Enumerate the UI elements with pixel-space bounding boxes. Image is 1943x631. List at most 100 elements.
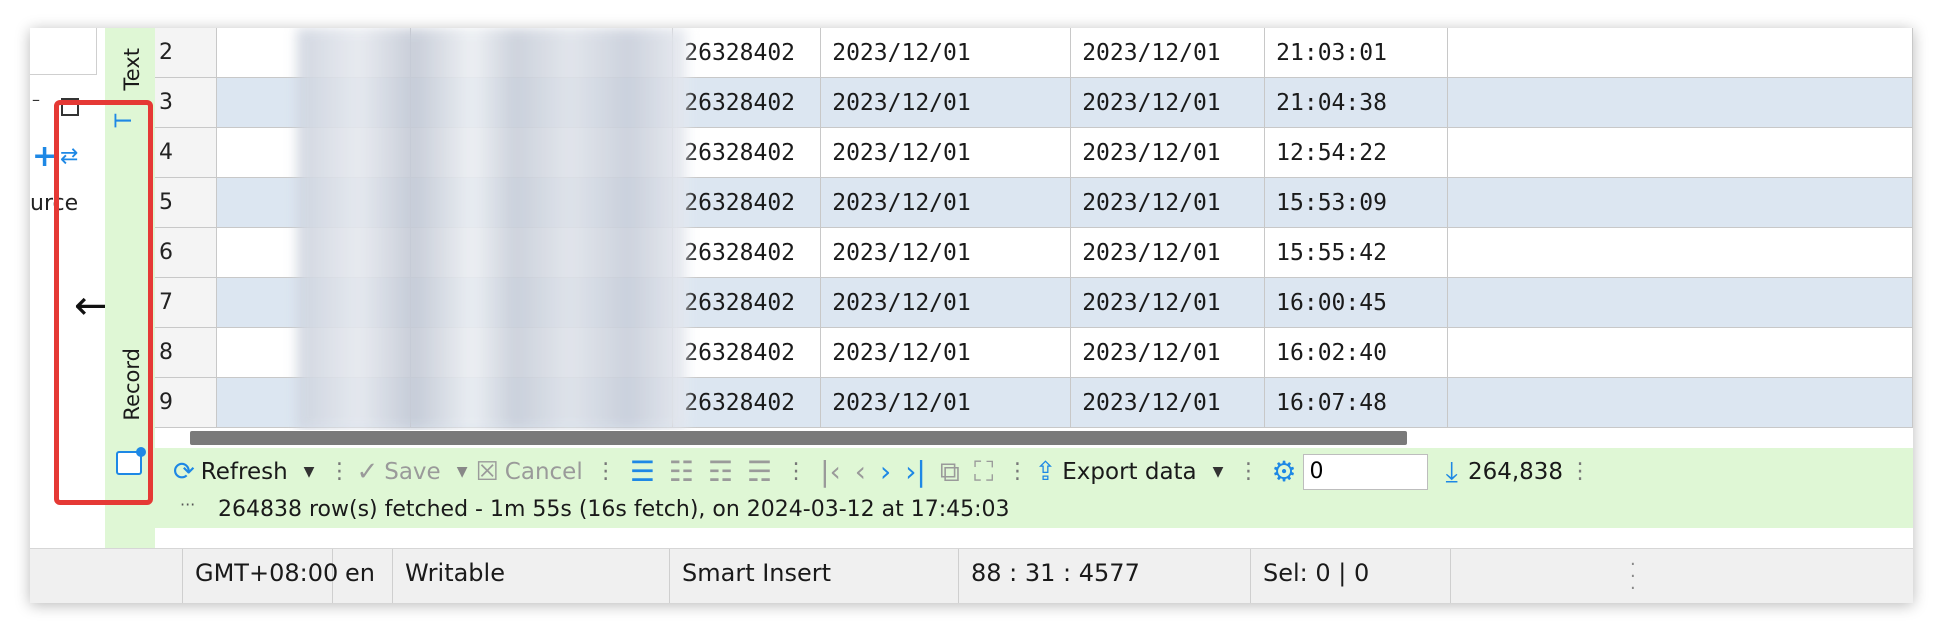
- empty-cell[interactable]: [1447, 177, 1913, 228]
- time-cell[interactable]: 21:03:01: [1264, 28, 1449, 78]
- status-bar: GMT+08:00 en Writable Smart Insert 88 : …: [30, 548, 1913, 603]
- more-icon[interactable]: ···: [180, 495, 195, 514]
- empty-cell[interactable]: [1447, 227, 1913, 278]
- date-cell[interactable]: 2023/12/01: [820, 227, 1072, 278]
- refresh-label: Refresh: [200, 458, 288, 485]
- tab-text-label: Text: [120, 48, 144, 91]
- time-cell[interactable]: 15:53:09: [1264, 177, 1449, 228]
- date-cell[interactable]: 2023/12/01: [1070, 377, 1266, 428]
- cancel-button[interactable]: ☒ Cancel: [475, 457, 582, 487]
- empty-cell[interactable]: [1447, 327, 1913, 378]
- application-window: – + ⇄ urce ⟷ Text T Record 2 26328402 2023…: [30, 28, 1913, 603]
- id-cell[interactable]: 26328402: [672, 127, 822, 178]
- highlight-annotation-box: [54, 100, 153, 505]
- time-cell[interactable]: 15:55:42: [1264, 227, 1449, 278]
- toolbar-separator: ⋮: [328, 459, 351, 484]
- status-locale: en: [333, 549, 393, 603]
- empty-cell[interactable]: [1447, 277, 1913, 328]
- date-cell[interactable]: 2023/12/01: [820, 77, 1072, 128]
- row-number-cell[interactable]: 3: [155, 77, 218, 128]
- fetch-size-input[interactable]: [1302, 453, 1428, 490]
- row-count-icon[interactable]: ⤓: [1446, 455, 1458, 489]
- id-cell[interactable]: 26328402: [672, 77, 822, 128]
- status-selection: Sel: 0 | 0: [1251, 549, 1451, 603]
- id-cell[interactable]: 26328402: [672, 177, 822, 228]
- export-label: Export data: [1062, 458, 1197, 485]
- date-cell[interactable]: 2023/12/01: [1070, 277, 1266, 328]
- next-page-icon[interactable]: ›: [880, 455, 891, 488]
- horizontal-scrollbar-thumb[interactable]: [190, 431, 1407, 445]
- empty-cell[interactable]: [1447, 28, 1913, 78]
- save-label: Save: [384, 458, 441, 485]
- date-cell[interactable]: 2023/12/01: [820, 277, 1072, 328]
- export-icon: ⇪: [1034, 456, 1057, 487]
- fetch-all-icon[interactable]: ⛶: [974, 455, 994, 489]
- copy-row-icon[interactable]: ☶: [708, 455, 733, 488]
- save-dropdown-icon[interactable]: ▼: [457, 464, 468, 480]
- refresh-button[interactable]: ⟳ Refresh: [173, 457, 288, 487]
- date-cell[interactable]: 2023/12/01: [1070, 28, 1266, 78]
- results-grid[interactable]: 2 26328402 2023/12/01 2023/12/01 21:03:01 3 26…: [155, 28, 1913, 430]
- date-cell[interactable]: 2023/12/01: [1070, 227, 1266, 278]
- status-empty-cell: [30, 549, 183, 603]
- time-cell[interactable]: 16:07:48: [1264, 377, 1449, 428]
- refresh-dropdown-icon[interactable]: ▼: [304, 464, 315, 480]
- empty-cell[interactable]: [1447, 377, 1913, 428]
- date-cell[interactable]: 2023/12/01: [1070, 77, 1266, 128]
- fetch-page-icon[interactable]: ⧉: [940, 455, 960, 489]
- status-writable: Writable: [393, 549, 670, 603]
- redacted-columns: [297, 28, 687, 430]
- time-cell[interactable]: 21:04:38: [1264, 77, 1449, 128]
- id-cell[interactable]: 26328402: [672, 227, 822, 278]
- row-number-cell[interactable]: 4: [155, 127, 218, 178]
- status-grip-icon[interactable]: · · ·: [1630, 556, 1636, 598]
- toolbar-separator: ⋮: [1006, 459, 1029, 484]
- status-insert-mode: Smart Insert: [670, 549, 959, 603]
- date-cell[interactable]: 2023/12/01: [820, 377, 1072, 428]
- row-number-cell[interactable]: 7: [155, 277, 218, 328]
- last-page-icon[interactable]: ›|: [905, 455, 926, 488]
- empty-cell[interactable]: [1447, 77, 1913, 128]
- date-cell[interactable]: 2023/12/01: [820, 327, 1072, 378]
- save-button[interactable]: ✓ Save: [356, 457, 440, 487]
- row-number-cell[interactable]: 9: [155, 377, 218, 428]
- id-cell[interactable]: 26328402: [672, 377, 822, 428]
- previous-page-icon[interactable]: ‹: [855, 455, 866, 488]
- id-cell[interactable]: 26328402: [672, 28, 822, 78]
- id-cell[interactable]: 26328402: [672, 327, 822, 378]
- time-cell[interactable]: 12:54:22: [1264, 127, 1449, 178]
- export-dropdown-icon[interactable]: ▼: [1213, 464, 1224, 480]
- date-cell[interactable]: 2023/12/01: [820, 28, 1072, 78]
- toolbar-separator: ⋮: [785, 459, 808, 484]
- toolbar-separator: ⋮: [1237, 459, 1260, 484]
- cancel-label: Cancel: [504, 458, 583, 485]
- delete-row-icon[interactable]: ☴: [747, 455, 772, 488]
- row-number-cell[interactable]: 6: [155, 227, 218, 278]
- add-row-icon[interactable]: ☷: [669, 455, 694, 488]
- check-circle-icon: ✓: [356, 456, 379, 487]
- row-number-cell[interactable]: 5: [155, 177, 218, 228]
- time-cell[interactable]: 16:02:40: [1264, 327, 1449, 378]
- date-cell[interactable]: 2023/12/01: [820, 177, 1072, 228]
- id-cell[interactable]: 26328402: [672, 277, 822, 328]
- edit-row-icon[interactable]: ☰: [630, 455, 655, 488]
- toolbar-separator: ⋮: [594, 459, 617, 484]
- date-cell[interactable]: 2023/12/01: [820, 127, 1072, 178]
- row-number-cell[interactable]: 2: [155, 28, 218, 78]
- fetch-status-message: 264838 row(s) fetched - 1m 55s (16s fetc…: [218, 497, 1010, 522]
- export-data-button[interactable]: ⇪ Export data: [1034, 457, 1196, 487]
- row-count-value: 264,838: [1467, 458, 1564, 485]
- minimize-icon[interactable]: –: [32, 90, 40, 109]
- row-number-cell[interactable]: 8: [155, 327, 218, 378]
- fetch-status-line: ··· 264838 row(s) fetched - 1m 55s (16s …: [155, 495, 1913, 528]
- gear-icon[interactable]: ⚙: [1271, 455, 1296, 488]
- cancel-x-icon: ☒: [475, 456, 499, 487]
- status-cursor-position: 88 : 31 : 4577: [959, 549, 1251, 603]
- time-cell[interactable]: 16:00:45: [1264, 277, 1449, 328]
- date-cell[interactable]: 2023/12/01: [1070, 127, 1266, 178]
- date-cell[interactable]: 2023/12/01: [1070, 327, 1266, 378]
- first-page-icon[interactable]: |‹: [820, 455, 841, 488]
- toolbar-separator: ⋮: [1569, 459, 1592, 484]
- empty-cell[interactable]: [1447, 127, 1913, 178]
- date-cell[interactable]: 2023/12/01: [1070, 177, 1266, 228]
